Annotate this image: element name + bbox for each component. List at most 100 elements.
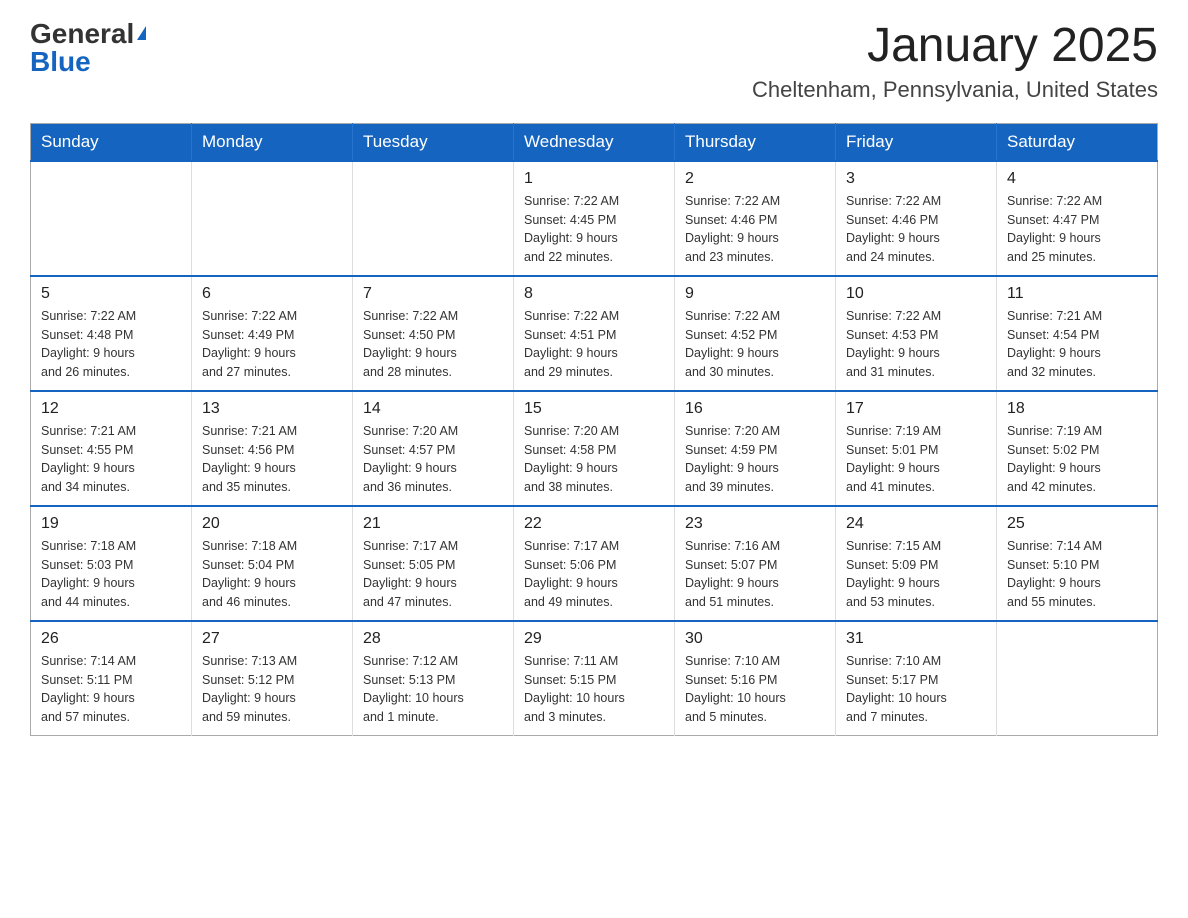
day-info: Sunrise: 7:21 AMSunset: 4:55 PMDaylight:… (41, 422, 181, 497)
calendar-day-5: 5Sunrise: 7:22 AMSunset: 4:48 PMDaylight… (31, 276, 192, 391)
day-info: Sunrise: 7:10 AMSunset: 5:17 PMDaylight:… (846, 652, 986, 727)
day-number: 29 (524, 630, 664, 648)
calendar-day-27: 27 Sunrise: 7:13 AMSunset: 5:12 PMDayligh… (192, 621, 353, 736)
calendar-day-19: 19 Sunrise: 7:18 AMSunset: 5:03 PMDayligh… (31, 506, 192, 621)
day-number: 19 (41, 515, 181, 533)
day-info: Sunrise: 7:22 AMSunset: 4:51 PMDaylight:… (524, 307, 664, 382)
calendar-header-thursday: Thursday (675, 123, 836, 161)
calendar-week-row: 19 Sunrise: 7:18 AMSunset: 5:03 PMDayligh… (31, 506, 1158, 621)
day-number: 13 (202, 400, 342, 418)
day-number: 22 (524, 515, 664, 533)
day-info: Sunrise: 7:17 AMSunset: 5:06 PMDaylight:… (524, 537, 664, 612)
day-info: Sunrise: 7:22 AMSunset: 4:47 PMDaylight:… (1007, 192, 1147, 267)
day-info: Sunrise: 7:22 AMSunset: 4:48 PMDaylight:… (41, 307, 181, 382)
day-number: 21 (363, 515, 503, 533)
day-number: 9 (685, 285, 825, 303)
day-number: 4 (1007, 170, 1147, 188)
day-number: 2 (685, 170, 825, 188)
calendar-day-2: 2 Sunrise: 7:22 AMSunset: 4:46 PMDaylight… (675, 161, 836, 276)
day-number: 14 (363, 400, 503, 418)
day-info: Sunrise: 7:22 AMSunset: 4:53 PMDaylight:… (846, 307, 986, 382)
day-info: Sunrise: 7:20 AMSunset: 4:57 PMDaylight:… (363, 422, 503, 497)
calendar-day-25: 25 Sunrise: 7:14 AMSunset: 5:10 PMDayligh… (997, 506, 1158, 621)
day-info: Sunrise: 7:22 AMSunset: 4:49 PMDaylight:… (202, 307, 342, 382)
calendar-header-row: SundayMondayTuesdayWednesdayThursdayFrid… (31, 123, 1158, 161)
calendar-week-row: 26 Sunrise: 7:14 AMSunset: 5:11 PMDayligh… (31, 621, 1158, 736)
day-number: 31 (846, 630, 986, 648)
day-number: 30 (685, 630, 825, 648)
calendar-day-22: 22 Sunrise: 7:17 AMSunset: 5:06 PMDayligh… (514, 506, 675, 621)
day-number: 27 (202, 630, 342, 648)
day-info: Sunrise: 7:13 AMSunset: 5:12 PMDaylight:… (202, 652, 342, 727)
day-info: Sunrise: 7:15 AMSunset: 5:09 PMDaylight:… (846, 537, 986, 612)
calendar-header-wednesday: Wednesday (514, 123, 675, 161)
day-number: 26 (41, 630, 181, 648)
calendar-day-16: 16Sunrise: 7:20 AMSunset: 4:59 PMDayligh… (675, 391, 836, 506)
day-info: Sunrise: 7:22 AMSunset: 4:46 PMDaylight:… (846, 192, 986, 267)
day-info: Sunrise: 7:22 AMSunset: 4:46 PMDaylight:… (685, 192, 825, 267)
calendar-day-28: 28Sunrise: 7:12 AMSunset: 5:13 PMDayligh… (353, 621, 514, 736)
calendar-day-3: 3 Sunrise: 7:22 AMSunset: 4:46 PMDaylight… (836, 161, 997, 276)
day-info: Sunrise: 7:14 AMSunset: 5:11 PMDaylight:… (41, 652, 181, 727)
calendar-day-6: 6 Sunrise: 7:22 AMSunset: 4:49 PMDaylight… (192, 276, 353, 391)
day-info: Sunrise: 7:22 AMSunset: 4:50 PMDaylight:… (363, 307, 503, 382)
day-number: 25 (1007, 515, 1147, 533)
logo-triangle-icon (137, 26, 146, 40)
day-info: Sunrise: 7:11 AMSunset: 5:15 PMDaylight:… (524, 652, 664, 727)
calendar-day-14: 14 Sunrise: 7:20 AMSunset: 4:57 PMDayligh… (353, 391, 514, 506)
calendar-day-18: 18 Sunrise: 7:19 AMSunset: 5:02 PMDayligh… (997, 391, 1158, 506)
day-number: 20 (202, 515, 342, 533)
calendar-header-tuesday: Tuesday (353, 123, 514, 161)
calendar-empty-cell (31, 161, 192, 276)
day-number: 28 (363, 630, 503, 648)
calendar-header-sunday: Sunday (31, 123, 192, 161)
day-info: Sunrise: 7:10 AMSunset: 5:16 PMDaylight:… (685, 652, 825, 727)
day-info: Sunrise: 7:17 AMSunset: 5:05 PMDaylight:… (363, 537, 503, 612)
day-info: Sunrise: 7:14 AMSunset: 5:10 PMDaylight:… (1007, 537, 1147, 612)
day-info: Sunrise: 7:19 AMSunset: 5:02 PMDaylight:… (1007, 422, 1147, 497)
day-info: Sunrise: 7:18 AMSunset: 5:04 PMDaylight:… (202, 537, 342, 612)
day-info: Sunrise: 7:20 AMSunset: 4:58 PMDaylight:… (524, 422, 664, 497)
day-number: 12 (41, 400, 181, 418)
calendar-empty-cell (353, 161, 514, 276)
day-number: 10 (846, 285, 986, 303)
day-number: 15 (524, 400, 664, 418)
calendar-day-23: 23 Sunrise: 7:16 AMSunset: 5:07 PMDayligh… (675, 506, 836, 621)
calendar-week-row: 12 Sunrise: 7:21 AMSunset: 4:55 PMDayligh… (31, 391, 1158, 506)
day-number: 17 (846, 400, 986, 418)
day-number: 3 (846, 170, 986, 188)
calendar-day-29: 29 Sunrise: 7:11 AMSunset: 5:15 PMDayligh… (514, 621, 675, 736)
day-number: 18 (1007, 400, 1147, 418)
logo: General Blue (30, 20, 146, 76)
month-title: January 2025 (752, 20, 1158, 73)
calendar-week-row: 1Sunrise: 7:22 AMSunset: 4:45 PMDaylight… (31, 161, 1158, 276)
day-number: 6 (202, 285, 342, 303)
day-info: Sunrise: 7:16 AMSunset: 5:07 PMDaylight:… (685, 537, 825, 612)
location-title: Cheltenham, Pennsylvania, United States (752, 77, 1158, 103)
calendar-day-15: 15 Sunrise: 7:20 AMSunset: 4:58 PMDayligh… (514, 391, 675, 506)
calendar-day-13: 13 Sunrise: 7:21 AMSunset: 4:56 PMDayligh… (192, 391, 353, 506)
calendar-day-31: 31 Sunrise: 7:10 AMSunset: 5:17 PMDayligh… (836, 621, 997, 736)
logo-blue-text: Blue (30, 48, 91, 76)
calendar-day-30: 30 Sunrise: 7:10 AMSunset: 5:16 PMDayligh… (675, 621, 836, 736)
day-info: Sunrise: 7:21 AMSunset: 4:54 PMDaylight:… (1007, 307, 1147, 382)
page-header: General Blue January 2025 Cheltenham, Pe… (30, 20, 1158, 103)
day-info: Sunrise: 7:22 AMSunset: 4:52 PMDaylight:… (685, 307, 825, 382)
calendar-day-20: 20 Sunrise: 7:18 AMSunset: 5:04 PMDayligh… (192, 506, 353, 621)
calendar-day-10: 10 Sunrise: 7:22 AMSunset: 4:53 PMDayligh… (836, 276, 997, 391)
day-info: Sunrise: 7:18 AMSunset: 5:03 PMDaylight:… (41, 537, 181, 612)
day-number: 11 (1007, 285, 1147, 303)
calendar-day-11: 11 Sunrise: 7:21 AMSunset: 4:54 PMDayligh… (997, 276, 1158, 391)
calendar-day-9: 9 Sunrise: 7:22 AMSunset: 4:52 PMDaylight… (675, 276, 836, 391)
calendar-day-1: 1Sunrise: 7:22 AMSunset: 4:45 PMDaylight… (514, 161, 675, 276)
day-number: 24 (846, 515, 986, 533)
calendar-week-row: 5Sunrise: 7:22 AMSunset: 4:48 PMDaylight… (31, 276, 1158, 391)
calendar-day-24: 24 Sunrise: 7:15 AMSunset: 5:09 PMDayligh… (836, 506, 997, 621)
calendar-empty-cell (997, 621, 1158, 736)
calendar-table: SundayMondayTuesdayWednesdayThursdayFrid… (30, 123, 1158, 736)
calendar-day-4: 4 Sunrise: 7:22 AMSunset: 4:47 PMDaylight… (997, 161, 1158, 276)
logo-general-text: General (30, 20, 134, 48)
day-number: 23 (685, 515, 825, 533)
day-info: Sunrise: 7:21 AMSunset: 4:56 PMDaylight:… (202, 422, 342, 497)
calendar-day-17: 17Sunrise: 7:19 AMSunset: 5:01 PMDayligh… (836, 391, 997, 506)
